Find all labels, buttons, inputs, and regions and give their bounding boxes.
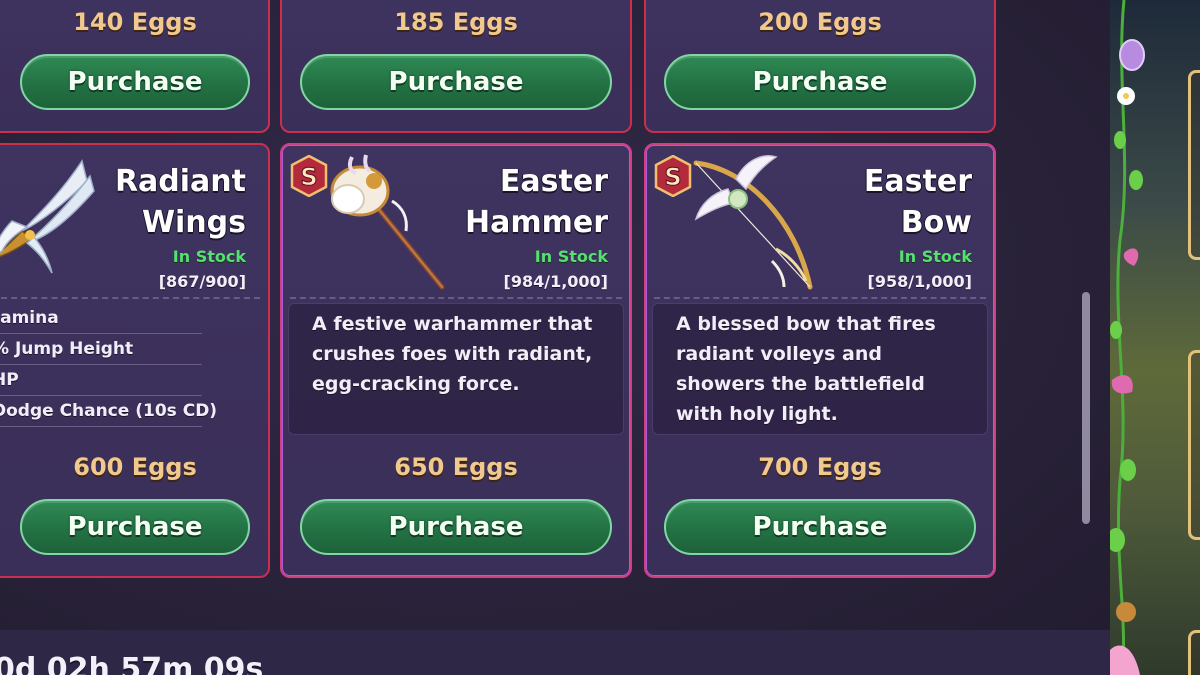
price-label: 650 Eggs: [394, 453, 518, 481]
restock-timer: 0d 02h 57m 09s: [0, 652, 264, 675]
shop-card-top-2: 185 Eggs Purchase: [280, 0, 632, 133]
purchase-button[interactable]: Purchase: [20, 54, 250, 110]
side-frame: [1188, 70, 1200, 260]
scrollbar[interactable]: [1082, 292, 1090, 524]
item-name: Easter Hammer: [464, 164, 608, 240]
vine-decoration-icon: [1110, 0, 1145, 675]
stock-count: [958/1,000]: [867, 272, 972, 291]
item-description: A blessed bow that fires radiant volleys…: [676, 313, 936, 425]
side-frame: [1188, 350, 1200, 540]
bow-icon: [693, 155, 813, 290]
stock-status: In Stock: [898, 247, 972, 266]
shop-card-top-3: 200 Eggs Purchase: [644, 0, 996, 133]
shop-card-easter-hammer[interactable]: S Easter Hammer In Stock [984/1,000] A f…: [280, 143, 632, 578]
purchase-button[interactable]: Purchase: [300, 54, 612, 110]
stat-line: % Jump Height: [0, 334, 202, 365]
item-name: Radiant Wings: [114, 164, 246, 240]
item-description: A festive warhammer that crushes foes wi…: [312, 313, 593, 395]
stat-line: HP: [0, 365, 202, 396]
shop-card-easter-bow[interactable]: S Easter Bow In Stock [958/1,000] A bles…: [644, 143, 996, 578]
price-label: 200 Eggs: [758, 8, 882, 36]
purchase-button[interactable]: Purchase: [664, 54, 976, 110]
wings-icon: [0, 159, 95, 274]
item-name: Easter Bow: [863, 164, 972, 240]
purchase-button[interactable]: Purchase: [664, 499, 976, 555]
purchase-button[interactable]: Purchase: [20, 499, 250, 555]
price-label: 140 Eggs: [73, 8, 197, 36]
stat-list: tamina % Jump Height HP Dodge Chance (10…: [0, 303, 217, 427]
divider: [654, 297, 986, 299]
price-label: 600 Eggs: [73, 453, 197, 481]
price-label: 700 Eggs: [758, 453, 882, 481]
divider: [290, 297, 622, 299]
shop-panel: 140 Eggs Purchase 185 Eggs Purchase 200 …: [0, 0, 1120, 675]
stat-line: Dodge Chance (10s CD): [0, 396, 217, 427]
purchase-button[interactable]: Purchase: [300, 499, 612, 555]
stock-status: In Stock: [534, 247, 608, 266]
svg-text:S: S: [300, 163, 317, 191]
hammer-icon: [330, 154, 445, 290]
background-scenery: [1110, 0, 1200, 675]
stat-line: tamina: [0, 303, 202, 334]
stock-count: [867/900]: [158, 272, 246, 291]
stock-status: In Stock: [172, 247, 246, 266]
price-label: 185 Eggs: [394, 8, 518, 36]
stock-count: [984/1,000]: [503, 272, 608, 291]
side-frame: [1188, 630, 1200, 675]
shop-card-top-1: 140 Eggs Purchase: [0, 0, 270, 133]
shop-card-radiant-wings[interactable]: Radiant Wings In Stock [867/900] tamina …: [0, 143, 270, 578]
divider: [0, 297, 260, 299]
